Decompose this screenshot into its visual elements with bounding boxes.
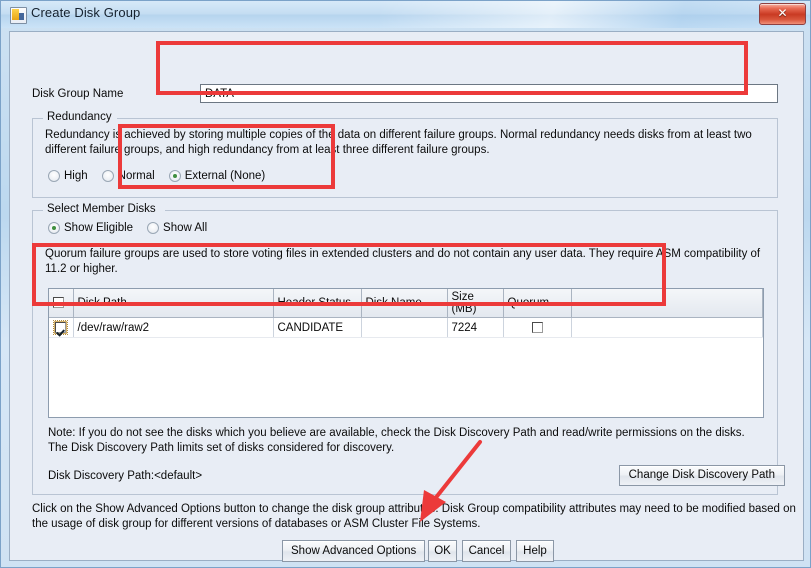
dialog-body: Disk Group Name Redundancy Redundancy is… xyxy=(9,31,804,562)
table-row[interactable]: /dev/raw/raw2 CANDIDATE 7224 xyxy=(49,317,763,338)
redundancy-options: High Normal External (None) xyxy=(48,170,279,182)
quorum-checkbox[interactable] xyxy=(531,321,543,333)
redundancy-description: Redundancy is achieved by storing multip… xyxy=(45,129,752,156)
radio-show-eligible-label[interactable]: Show Eligible xyxy=(64,222,133,234)
header-disk-path[interactable]: Disk Path xyxy=(73,289,274,318)
change-disk-discovery-path-button[interactable]: Change Disk Discovery Path xyxy=(618,465,785,486)
quorum-note: Quorum failure groups are used to store … xyxy=(45,248,761,275)
disk-filter-options: Show Eligible Show All xyxy=(48,222,221,234)
radio-normal[interactable] xyxy=(101,170,114,182)
radio-normal-label[interactable]: Normal xyxy=(118,170,155,182)
cancel-button[interactable]: Cancel xyxy=(462,540,511,562)
titlebar-sheen xyxy=(380,1,810,28)
radio-show-all[interactable] xyxy=(147,222,160,234)
member-disks-table[interactable]: Disk Path Header Status Disk Name Size (… xyxy=(48,288,764,418)
close-icon[interactable]: ✕ xyxy=(759,3,806,25)
radio-show-all-label[interactable]: Show All xyxy=(163,222,207,234)
ok-button[interactable]: OK xyxy=(428,540,457,562)
disk-group-icon xyxy=(10,7,27,24)
header-select-all-cell[interactable] xyxy=(49,289,74,318)
row-select-cell[interactable] xyxy=(49,317,74,338)
table-header-row: Disk Path Header Status Disk Name Size (… xyxy=(49,289,763,318)
cell-quorum[interactable] xyxy=(503,317,572,338)
redundancy-legend: Redundancy xyxy=(43,111,116,123)
header-quorum[interactable]: Quorum xyxy=(503,289,572,318)
screenshot-root: Create Disk Group ✕ Disk Group Name Redu… xyxy=(0,0,811,568)
disk-group-name-label: Disk Group Name xyxy=(32,88,124,100)
header-filler xyxy=(571,289,763,318)
disk-discovery-path-label: Disk Discovery Path:<default> xyxy=(48,470,203,482)
window-titlebar: Create Disk Group ✕ xyxy=(1,1,810,28)
header-header-status[interactable]: Header Status xyxy=(273,289,362,318)
header-size-mb[interactable]: Size (MB) xyxy=(447,289,504,318)
cell-size-mb: 7224 xyxy=(447,317,504,338)
cell-disk-name xyxy=(361,317,448,338)
advanced-options-hint: Click on the Show Advanced Options butto… xyxy=(32,503,796,530)
radio-high[interactable] xyxy=(48,170,60,182)
create-disk-group-window: Create Disk Group ✕ Disk Group Name Redu… xyxy=(0,0,811,568)
cell-header-status: CANDIDATE xyxy=(273,317,362,338)
radio-external-none[interactable] xyxy=(168,170,181,182)
show-advanced-options-button[interactable]: Show Advanced Options xyxy=(282,540,426,562)
select-member-disks-legend: Select Member Disks xyxy=(43,203,160,215)
radio-show-eligible[interactable] xyxy=(48,222,60,234)
row-select-checkbox[interactable] xyxy=(53,319,69,335)
disk-discovery-note: Note: If you do not see the disks which … xyxy=(48,427,745,454)
radio-external-none-label[interactable]: External (None) xyxy=(185,170,266,182)
cell-filler xyxy=(571,317,763,338)
disk-group-name-input[interactable] xyxy=(200,84,778,103)
cell-disk-path: /dev/raw/raw2 xyxy=(73,317,274,338)
header-disk-name[interactable]: Disk Name xyxy=(361,289,448,318)
radio-high-label[interactable]: High xyxy=(64,170,88,182)
select-all-checkbox[interactable] xyxy=(53,297,64,309)
window-title: Create Disk Group xyxy=(31,5,141,20)
help-button[interactable]: Help xyxy=(516,540,554,562)
